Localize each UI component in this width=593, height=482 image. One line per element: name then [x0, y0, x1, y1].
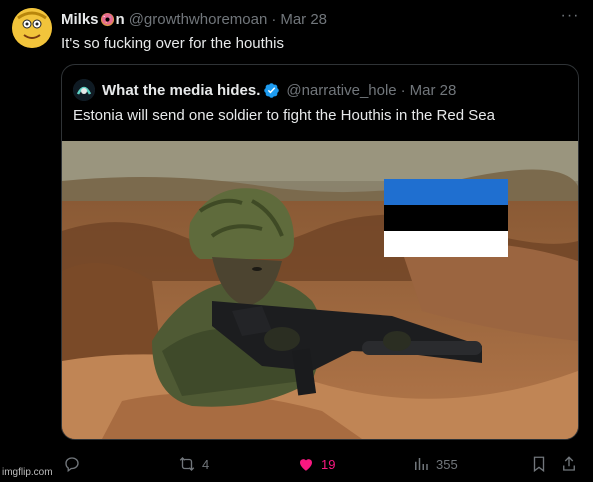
imgflip-watermark: imgflip.com [2, 467, 53, 478]
tweet[interactable]: Milks n @growthwhoremoan · Mar 28 ··· It'… [0, 0, 593, 482]
soldier-with-estonian-flag-photo[interactable] [62, 141, 578, 439]
retweet-count: 4 [202, 456, 210, 472]
quoted-tweet[interactable]: What the media hides. @narrative_hole · … [61, 64, 579, 440]
quote-date[interactable]: Mar 28 [410, 82, 457, 99]
quote-author-handle[interactable]: @narrative_hole [286, 82, 396, 99]
quote-text: Estonia will send one soldier to fight t… [73, 107, 495, 124]
flag-black-stripe [384, 205, 508, 231]
flag-blue-stripe [384, 179, 508, 205]
author-avatar[interactable] [12, 8, 52, 48]
heart-icon [300, 459, 312, 471]
ellipsis-icon[interactable]: ··· [560, 8, 580, 28]
action-bar: 4 19 355 [0, 452, 593, 476]
quote-author-name[interactable]: What the media hides. [102, 82, 260, 99]
like-button[interactable]: 19 [297, 452, 335, 476]
author-handle[interactable]: @growthwhoremoan [129, 11, 268, 28]
quote-author-avatar[interactable] [73, 79, 95, 101]
reply-icon [65, 457, 79, 473]
verified-badge-icon [264, 82, 280, 98]
retweet-icon [179, 457, 195, 471]
reply-button[interactable] [63, 452, 87, 476]
views-chart-icon [415, 458, 428, 470]
header-separator: · [271, 10, 277, 28]
author-name[interactable]: Milks n [61, 11, 125, 28]
quote-header-separator: · [400, 81, 406, 99]
flag-white-stripe [384, 231, 508, 257]
tweet-date[interactable]: Mar 28 [280, 11, 327, 28]
tweet-header: Milks n @growthwhoremoan · Mar 28 [61, 10, 327, 28]
views-count: 355 [436, 456, 458, 472]
donut-emoji-icon [100, 12, 114, 27]
share-icon [563, 456, 575, 471]
quote-header: What the media hides. @narrative_hole · … [102, 80, 456, 100]
bookmark-button[interactable] [530, 452, 548, 476]
share-button[interactable] [560, 452, 578, 476]
tweet-text: It's so fucking over for the houthis [61, 35, 284, 52]
retweet-button[interactable]: 4 [178, 452, 209, 476]
views-button[interactable]: 355 [412, 452, 458, 476]
bookmark-icon [533, 456, 545, 473]
like-count: 19 [321, 456, 336, 472]
